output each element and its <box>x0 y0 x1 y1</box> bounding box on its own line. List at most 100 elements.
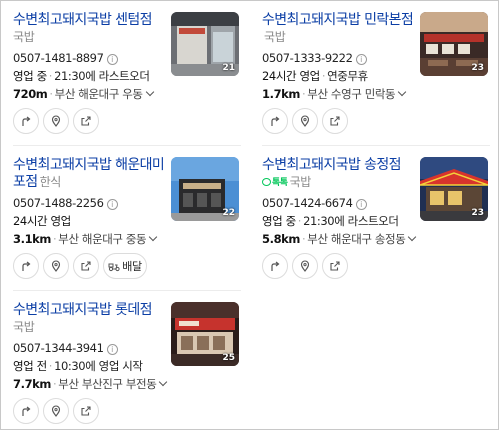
address: 부산 수영구 민락동 <box>307 87 396 101</box>
place-category: 국밥 <box>264 30 286 44</box>
delivery-button[interactable]: 배달 <box>103 253 147 279</box>
place-category: 국밥 <box>13 320 35 334</box>
share-button[interactable] <box>73 108 99 134</box>
photo-count: 23 <box>471 208 484 218</box>
save-button[interactable] <box>292 108 318 134</box>
map-pin-icon <box>300 115 310 127</box>
hours-line: 영업 중 · 21:30에 라스트오더 <box>262 213 399 229</box>
hours-line: 영업 중 · 21:30에 라스트오더 <box>13 68 150 84</box>
distance: 5.8km <box>262 232 301 246</box>
directions-button[interactable] <box>13 398 39 424</box>
info-icon[interactable]: i <box>106 344 118 355</box>
share-icon <box>81 261 91 271</box>
separator-dot: · <box>53 377 57 391</box>
directions-button[interactable] <box>13 253 39 279</box>
phone-number[interactable]: 0507-1488-2256 <box>13 196 104 210</box>
place-title[interactable]: 수변최고돼지국밥 해운대미포점 한식 <box>13 157 165 191</box>
place-title[interactable]: 수변최고돼지국밥 송정점 톡톡 국밥 <box>262 157 414 192</box>
phone-number[interactable]: 0507-1333-9222 <box>262 51 353 65</box>
place-name-link[interactable]: 수변최고돼지국밥 송정점 <box>262 157 402 173</box>
save-button[interactable] <box>43 108 69 134</box>
phone-number[interactable]: 0507-1424-6674 <box>262 196 353 210</box>
place-category: 국밥 <box>289 175 312 189</box>
directions-button[interactable] <box>262 253 288 279</box>
phone-line: 0507-1344-3941 i <box>13 341 118 355</box>
photo-count: 22 <box>222 208 235 218</box>
info-icon[interactable]: i <box>355 199 367 210</box>
directions-icon <box>22 116 31 126</box>
place-photo[interactable]: 25 <box>171 302 239 366</box>
share-icon <box>81 116 91 126</box>
directions-icon <box>22 261 31 271</box>
delivery-scooter-icon <box>108 263 120 272</box>
hours-text: 10:30에 영업 시작 <box>54 359 143 373</box>
save-button[interactable] <box>292 253 318 279</box>
separator-dot: · <box>302 232 306 246</box>
chevron-down-icon[interactable] <box>408 232 417 242</box>
row-divider <box>13 290 241 291</box>
location-line[interactable]: 5.8km · 부산 해운대구 송정동 <box>262 231 417 247</box>
hours-text: 21:30에 라스트오더 <box>303 214 399 228</box>
map-pin-icon <box>51 405 61 417</box>
place-name-link[interactable]: 수변최고돼지국밥 민락본점 <box>262 12 414 28</box>
chevron-down-icon[interactable] <box>148 232 158 242</box>
photo-count: 21 <box>222 63 235 73</box>
place-photo[interactable]: 23 <box>420 12 488 76</box>
chat-bubble-icon <box>262 178 271 186</box>
place-title[interactable]: 수변최고돼지국밥 센텀점 국밥 <box>13 12 165 46</box>
hours-line: 24시간 영업 · 연중무휴 <box>262 68 368 84</box>
share-button[interactable] <box>322 253 348 279</box>
place-title[interactable]: 수변최고돼지국밥 민락본점국밥 <box>262 12 414 46</box>
place-photo[interactable]: 22 <box>171 157 239 221</box>
place-card: 수변최고돼지국밥 센텀점 국밥 0507-1481-8897 i 영업 중 · 21:… <box>13 12 241 148</box>
place-card: 수변최고돼지국밥 해운대미포점 한식 0507-1488-2256 i 24시간 영… <box>13 157 241 293</box>
separator-dot: · <box>48 359 53 373</box>
place-name-link[interactable]: 수변최고돼지국밥 해운대미포점 <box>13 157 165 190</box>
talk-badge[interactable]: 톡톡 <box>262 175 288 192</box>
category-line: 톡톡 국밥 <box>262 174 414 192</box>
phone-line: 0507-1333-9222 i <box>262 51 367 65</box>
location-line[interactable]: 7.7km · 부산 부산진구 부전동 <box>13 376 168 392</box>
info-icon[interactable]: i <box>355 54 367 65</box>
share-icon <box>330 261 340 271</box>
directions-button[interactable] <box>262 108 288 134</box>
share-button[interactable] <box>322 108 348 134</box>
directions-button[interactable] <box>13 108 39 134</box>
location-line[interactable]: 720m · 부산 해운대구 우동 <box>13 86 154 102</box>
phone-number[interactable]: 0507-1344-3941 <box>13 341 104 355</box>
row-divider <box>13 145 241 146</box>
chevron-down-icon[interactable] <box>159 377 168 387</box>
address: 부산 해운대구 중동 <box>58 232 147 246</box>
map-pin-icon <box>51 260 61 272</box>
photo-count: 25 <box>222 353 235 363</box>
distance: 1.7km <box>262 87 301 101</box>
photo-count: 23 <box>471 63 484 73</box>
place-photo[interactable]: 23 <box>420 157 488 221</box>
business-status: 영업 전 <box>13 359 47 373</box>
share-button[interactable] <box>73 253 99 279</box>
info-icon[interactable]: i <box>106 199 118 210</box>
business-status: 영업 중 <box>13 69 47 83</box>
phone-line: 0507-1424-6674 i <box>262 196 367 210</box>
map-pin-icon <box>300 260 310 272</box>
place-title[interactable]: 수변최고돼지국밥 롯데점 국밥 <box>13 302 165 336</box>
save-button[interactable] <box>43 253 69 279</box>
address: 부산 부산진구 부전동 <box>58 377 157 391</box>
save-button[interactable] <box>43 398 69 424</box>
separator-dot: · <box>302 87 306 101</box>
separator-dot: · <box>48 69 53 83</box>
location-line[interactable]: 1.7km · 부산 수영구 민락동 <box>262 86 407 102</box>
place-name-link[interactable]: 수변최고돼지국밥 롯데점 <box>13 302 153 318</box>
info-icon[interactable]: i <box>106 54 118 65</box>
place-name-link[interactable]: 수변최고돼지국밥 센텀점 <box>13 12 153 28</box>
chevron-down-icon[interactable] <box>145 87 154 97</box>
phone-number[interactable]: 0507-1481-8897 <box>13 51 104 65</box>
hours-text: 21:30에 라스트오더 <box>54 69 150 83</box>
chevron-down-icon[interactable] <box>397 87 407 97</box>
distance: 720m <box>13 87 48 101</box>
location-line[interactable]: 3.1km · 부산 해운대구 중동 <box>13 231 158 247</box>
hours-text: 연중무휴 <box>327 69 368 83</box>
place-photo[interactable]: 21 <box>171 12 239 76</box>
hours-line: 24시간 영업 <box>13 213 71 229</box>
share-button[interactable] <box>73 398 99 424</box>
